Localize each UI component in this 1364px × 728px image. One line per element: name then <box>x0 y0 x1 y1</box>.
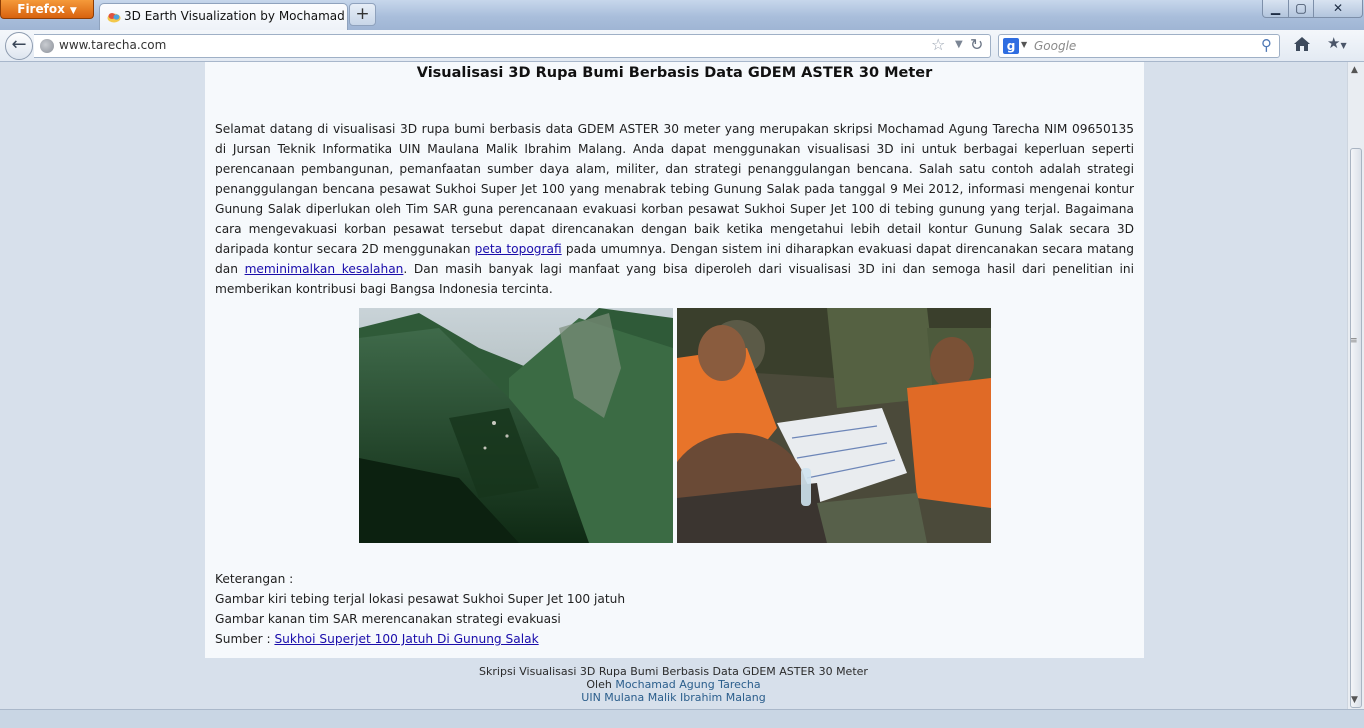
footer-title: Skripsi Visualisasi 3D Rupa Bumi Berbasi… <box>479 665 868 678</box>
firefox-menu-button[interactable]: Firefox ▼ <box>0 0 94 19</box>
globe-icon[interactable] <box>40 39 54 53</box>
vertical-scrollbar[interactable]: ▲ ≡ ▼ <box>1347 62 1364 709</box>
topographic-map-link[interactable]: peta topografi <box>475 242 562 256</box>
page-viewport: Visualisasi 3D Rupa Bumi Berbasis Data G… <box>0 62 1347 709</box>
window-titlebar: Firefox ▼ 3D Earth Visualization by Mocha… <box>0 0 1364 30</box>
footer-by-label: Oleh <box>586 678 616 691</box>
reload-icon[interactable]: ↻ <box>970 35 983 54</box>
url-text[interactable]: www.tarecha.com <box>59 38 166 52</box>
close-button[interactable]: ✕ <box>1313 0 1363 18</box>
intro-text-1: Selamat datang di visualisasi 3D rupa bu… <box>215 122 1134 256</box>
scroll-down-icon[interactable]: ▼ <box>1351 695 1358 705</box>
firefox-menu-label: Firefox <box>17 2 65 16</box>
caption-block: Keterangan : Gambar kiri tebing terjal l… <box>215 569 625 649</box>
new-tab-button[interactable]: + <box>349 3 376 26</box>
page-title: Visualisasi 3D Rupa Bumi Berbasis Data G… <box>416 65 933 81</box>
content-panel: Visualisasi 3D Rupa Bumi Berbasis Data G… <box>205 62 1144 658</box>
back-arrow-icon[interactable]: ← <box>5 32 33 60</box>
search-engine-dropdown-icon[interactable]: ▼ <box>1021 40 1027 49</box>
footer-author-line: Oleh Mochamad Agung Tarecha <box>0 678 1347 691</box>
scrollbar-grip-icon: ≡ <box>1350 336 1358 346</box>
source-label: Sumber : <box>215 632 275 646</box>
url-bar[interactable]: www.tarecha.com ☆ ▼ ↻ <box>34 34 991 58</box>
bookmarks-icon[interactable]: ★▼ <box>1327 34 1347 52</box>
sar-team-planning-photo <box>677 308 991 543</box>
intro-paragraph: Selamat datang di visualisasi 3D rupa bu… <box>215 119 1134 299</box>
page-footer: Skripsi Visualisasi 3D Rupa Bumi Berbasi… <box>0 665 1347 704</box>
favicon-icon <box>107 13 121 23</box>
source-link[interactable]: Sukhoi Superjet 100 Jatuh Di Gunung Sala… <box>274 632 538 646</box>
navigation-toolbar: ← www.tarecha.com ☆ ▼ ↻ g ▼ Google ⚲ ★▼ <box>0 30 1364 62</box>
status-bar <box>0 709 1364 728</box>
scroll-up-icon[interactable]: ▲ <box>1351 65 1358 75</box>
search-input[interactable]: Google <box>1034 39 1076 53</box>
home-icon[interactable] <box>1291 33 1313 55</box>
footer-author: Mochamad Agung Tarecha <box>615 678 761 691</box>
bookmark-star-icon[interactable]: ☆ <box>931 35 945 54</box>
search-bar[interactable]: g ▼ Google ⚲ <box>998 34 1280 58</box>
minimize-button[interactable]: ▁ <box>1262 0 1289 18</box>
minimize-errors-link[interactable]: meminimalkan kesalahan <box>245 262 404 276</box>
caption-left: Gambar kiri tebing terjal lokasi pesawat… <box>215 592 626 606</box>
google-icon[interactable]: g <box>1003 38 1019 54</box>
footer-university: UIN Mulana Malik Ibrahim Malang <box>581 691 766 704</box>
caption-source: Sumber : Sukhoi Superjet 100 Jatuh Di Gu… <box>215 629 625 649</box>
maximize-button[interactable]: ▢ <box>1288 0 1314 18</box>
tab-title: 3D Earth Visualization by Mochamad Ag... <box>124 9 346 23</box>
caption-right: Gambar kanan tim SAR merencanakan strate… <box>215 612 561 626</box>
crash-site-cliff-photo <box>359 308 673 543</box>
tab-active[interactable]: 3D Earth Visualization by Mochamad Ag... <box>99 3 348 30</box>
magnifier-icon[interactable]: ⚲ <box>1261 36 1272 54</box>
scrollbar-thumb[interactable] <box>1350 148 1362 708</box>
caption-heading: Keterangan : <box>215 572 294 586</box>
chevron-down-icon: ▼ <box>69 6 77 16</box>
history-dropdown-icon[interactable]: ▼ <box>955 39 963 50</box>
